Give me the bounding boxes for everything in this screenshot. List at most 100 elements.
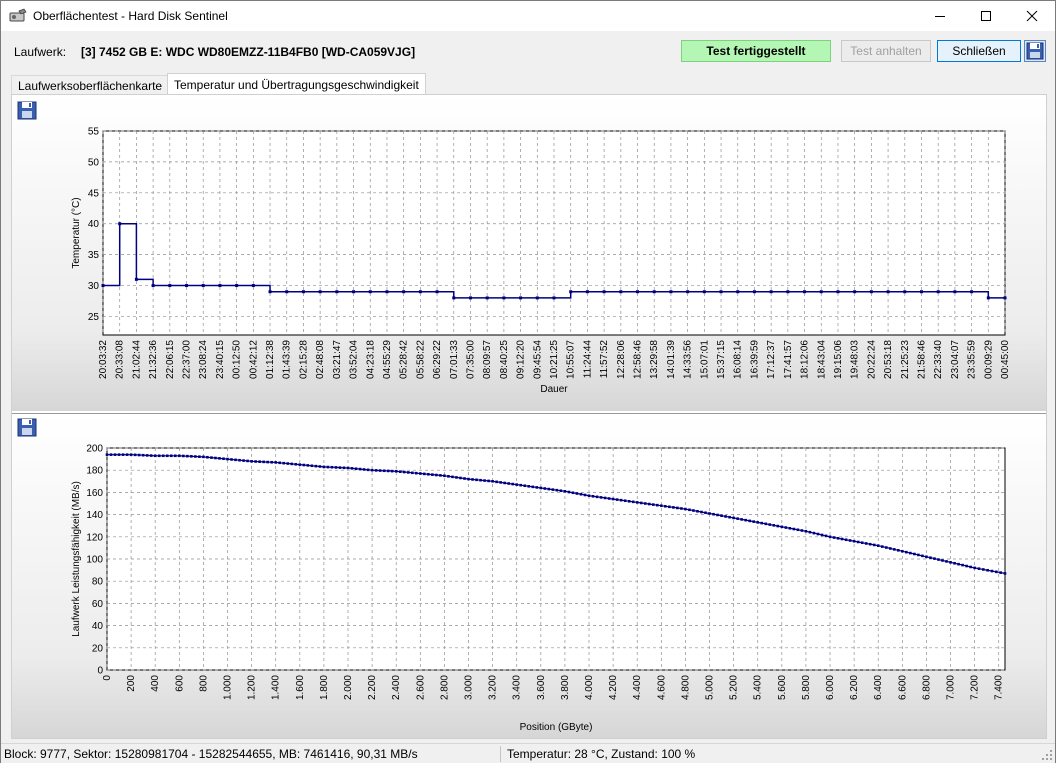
speed-point xyxy=(487,479,490,483)
temperature-point xyxy=(468,296,472,300)
speed-point xyxy=(559,489,563,493)
speed-point xyxy=(969,565,972,569)
speed-point xyxy=(242,459,245,462)
temperature-point xyxy=(686,290,690,294)
speed-point xyxy=(125,453,129,456)
temperature-x-tick-label: 11:57:52 xyxy=(599,340,610,379)
speed-point xyxy=(680,507,683,510)
speed-point xyxy=(929,556,932,560)
temperature-point xyxy=(953,290,957,294)
temperature-x-tick-label: 18:43:04 xyxy=(816,340,827,379)
speed-point xyxy=(864,542,868,545)
speed-point xyxy=(406,471,410,474)
temperature-point xyxy=(986,296,990,300)
temperature-x-tick-label: 00:12:50 xyxy=(232,340,243,379)
speed-point xyxy=(712,512,715,516)
tab-surface-map[interactable]: Laufwerksoberflächenkarte xyxy=(11,75,170,95)
temperature-point xyxy=(251,284,255,288)
speed-point xyxy=(986,568,989,572)
speed-x-tick-label: 2.600 xyxy=(415,675,426,700)
temperature-x-tick-label: 13:29:58 xyxy=(649,340,660,379)
temperature-point xyxy=(402,290,406,294)
temperature-point xyxy=(134,277,138,281)
speed-point xyxy=(234,458,237,462)
speed-x-tick-label: 1.200 xyxy=(247,675,258,700)
temperature-point xyxy=(903,290,907,294)
temperature-x-tick-label: 21:58:46 xyxy=(916,340,927,379)
status-temperature-health: Temperatur: 28 °C, Zustand: 100 % xyxy=(507,747,696,761)
speed-point xyxy=(354,467,358,471)
speed-y-tick-label: 100 xyxy=(86,555,103,566)
temperature-y-tick-label: 40 xyxy=(88,219,100,230)
speed-point xyxy=(178,454,181,458)
speed-point xyxy=(423,472,426,476)
speed-point xyxy=(366,468,370,472)
temperature-y-tick-label: 25 xyxy=(88,312,100,323)
temperature-x-tick-label: 06:29:22 xyxy=(432,340,443,379)
speed-point xyxy=(724,515,727,518)
speed-x-tick-label: 4.400 xyxy=(632,675,643,700)
speed-point xyxy=(121,453,125,456)
speed-y-tick-label: 160 xyxy=(86,488,103,499)
speed-point xyxy=(194,455,197,458)
resize-grip-icon[interactable] xyxy=(1041,749,1053,761)
speed-point xyxy=(716,513,719,517)
speed-point xyxy=(141,453,145,457)
speed-point xyxy=(238,458,241,462)
temperature-x-tick-label: 05:28:42 xyxy=(399,340,410,379)
speed-point xyxy=(888,547,892,550)
temperature-x-tick-label: 01:43:39 xyxy=(282,340,293,379)
temperature-x-tick-label: 20:03:32 xyxy=(98,340,109,379)
speed-point xyxy=(792,527,796,531)
temperature-point xyxy=(736,290,740,294)
temperature-x-tick-label: 19:15:06 xyxy=(833,340,844,379)
speed-point xyxy=(692,509,695,512)
pause-test-button[interactable]: Test anhalten xyxy=(841,40,931,62)
temperature-x-tick-label: 17:41:57 xyxy=(783,340,794,379)
speed-point xyxy=(145,454,149,457)
speed-point xyxy=(744,518,747,522)
speed-point xyxy=(953,561,956,565)
speed-point xyxy=(491,480,494,483)
speed-y-tick-label: 80 xyxy=(92,577,104,588)
tab-temperature-speed[interactable]: Temperatur und Übertragungsgeschwindigke… xyxy=(167,73,426,95)
temperature-point xyxy=(352,290,356,294)
temperature-y-tick-label: 30 xyxy=(88,281,100,292)
speed-point xyxy=(161,454,165,458)
speed-point xyxy=(607,497,611,500)
speed-point xyxy=(109,453,113,456)
speed-point xyxy=(668,505,671,509)
speed-y-axis-title: Laufwerk Leistungsfähigkeit (MB/s) xyxy=(71,481,82,637)
drive-name: [3] 7452 GB E: WDC WD80EMZZ-11B4FB0 [WD-… xyxy=(81,45,416,59)
temperature-x-tick-label: 19:48:03 xyxy=(850,340,861,379)
speed-point xyxy=(995,570,998,574)
speed-x-tick-label: 3.200 xyxy=(488,675,499,700)
close-button[interactable]: Schließen xyxy=(937,40,1021,62)
temperature-point xyxy=(452,296,456,300)
speed-x-tick-label: 7.000 xyxy=(946,675,957,700)
temperature-point xyxy=(752,290,756,294)
temperature-x-tick-label: 23:08:24 xyxy=(198,340,209,379)
speed-point xyxy=(447,475,450,478)
drive-row: Laufwerk: [3] 7452 GB E: WDC WD80EMZZ-11… xyxy=(1,39,1055,65)
temperature-point xyxy=(519,296,523,300)
temperature-point xyxy=(636,290,640,294)
temperature-x-tick-label: 07:35:00 xyxy=(465,340,476,379)
speed-point xyxy=(764,522,768,526)
close-window-button[interactable] xyxy=(1009,1,1055,31)
temperature-y-axis-title: Temperatur (°C) xyxy=(71,197,82,268)
temperature-x-tick-label: 00:45:00 xyxy=(1000,340,1011,379)
temperature-x-tick-label: 02:48:08 xyxy=(315,340,326,379)
speed-point xyxy=(419,472,422,475)
speed-x-tick-label: 1.400 xyxy=(271,675,282,700)
temperature-point xyxy=(285,290,289,294)
speed-point xyxy=(535,486,539,489)
speed-x-tick-label: 6.000 xyxy=(825,675,836,700)
minimize-button[interactable] xyxy=(917,1,963,31)
transfer-speed-panel: 0 200 400 600 800 1.000 1.200 1.400 1.600 1.800 2.… xyxy=(12,413,1046,738)
window-title: Oberflächentest - Hard Disk Sentinel xyxy=(33,9,228,23)
floppy-disk-icon[interactable] xyxy=(1024,40,1046,62)
temperature-x-tick-label: 08:09:57 xyxy=(482,340,493,379)
maximize-button[interactable] xyxy=(963,1,1009,31)
speed-point xyxy=(603,496,607,500)
